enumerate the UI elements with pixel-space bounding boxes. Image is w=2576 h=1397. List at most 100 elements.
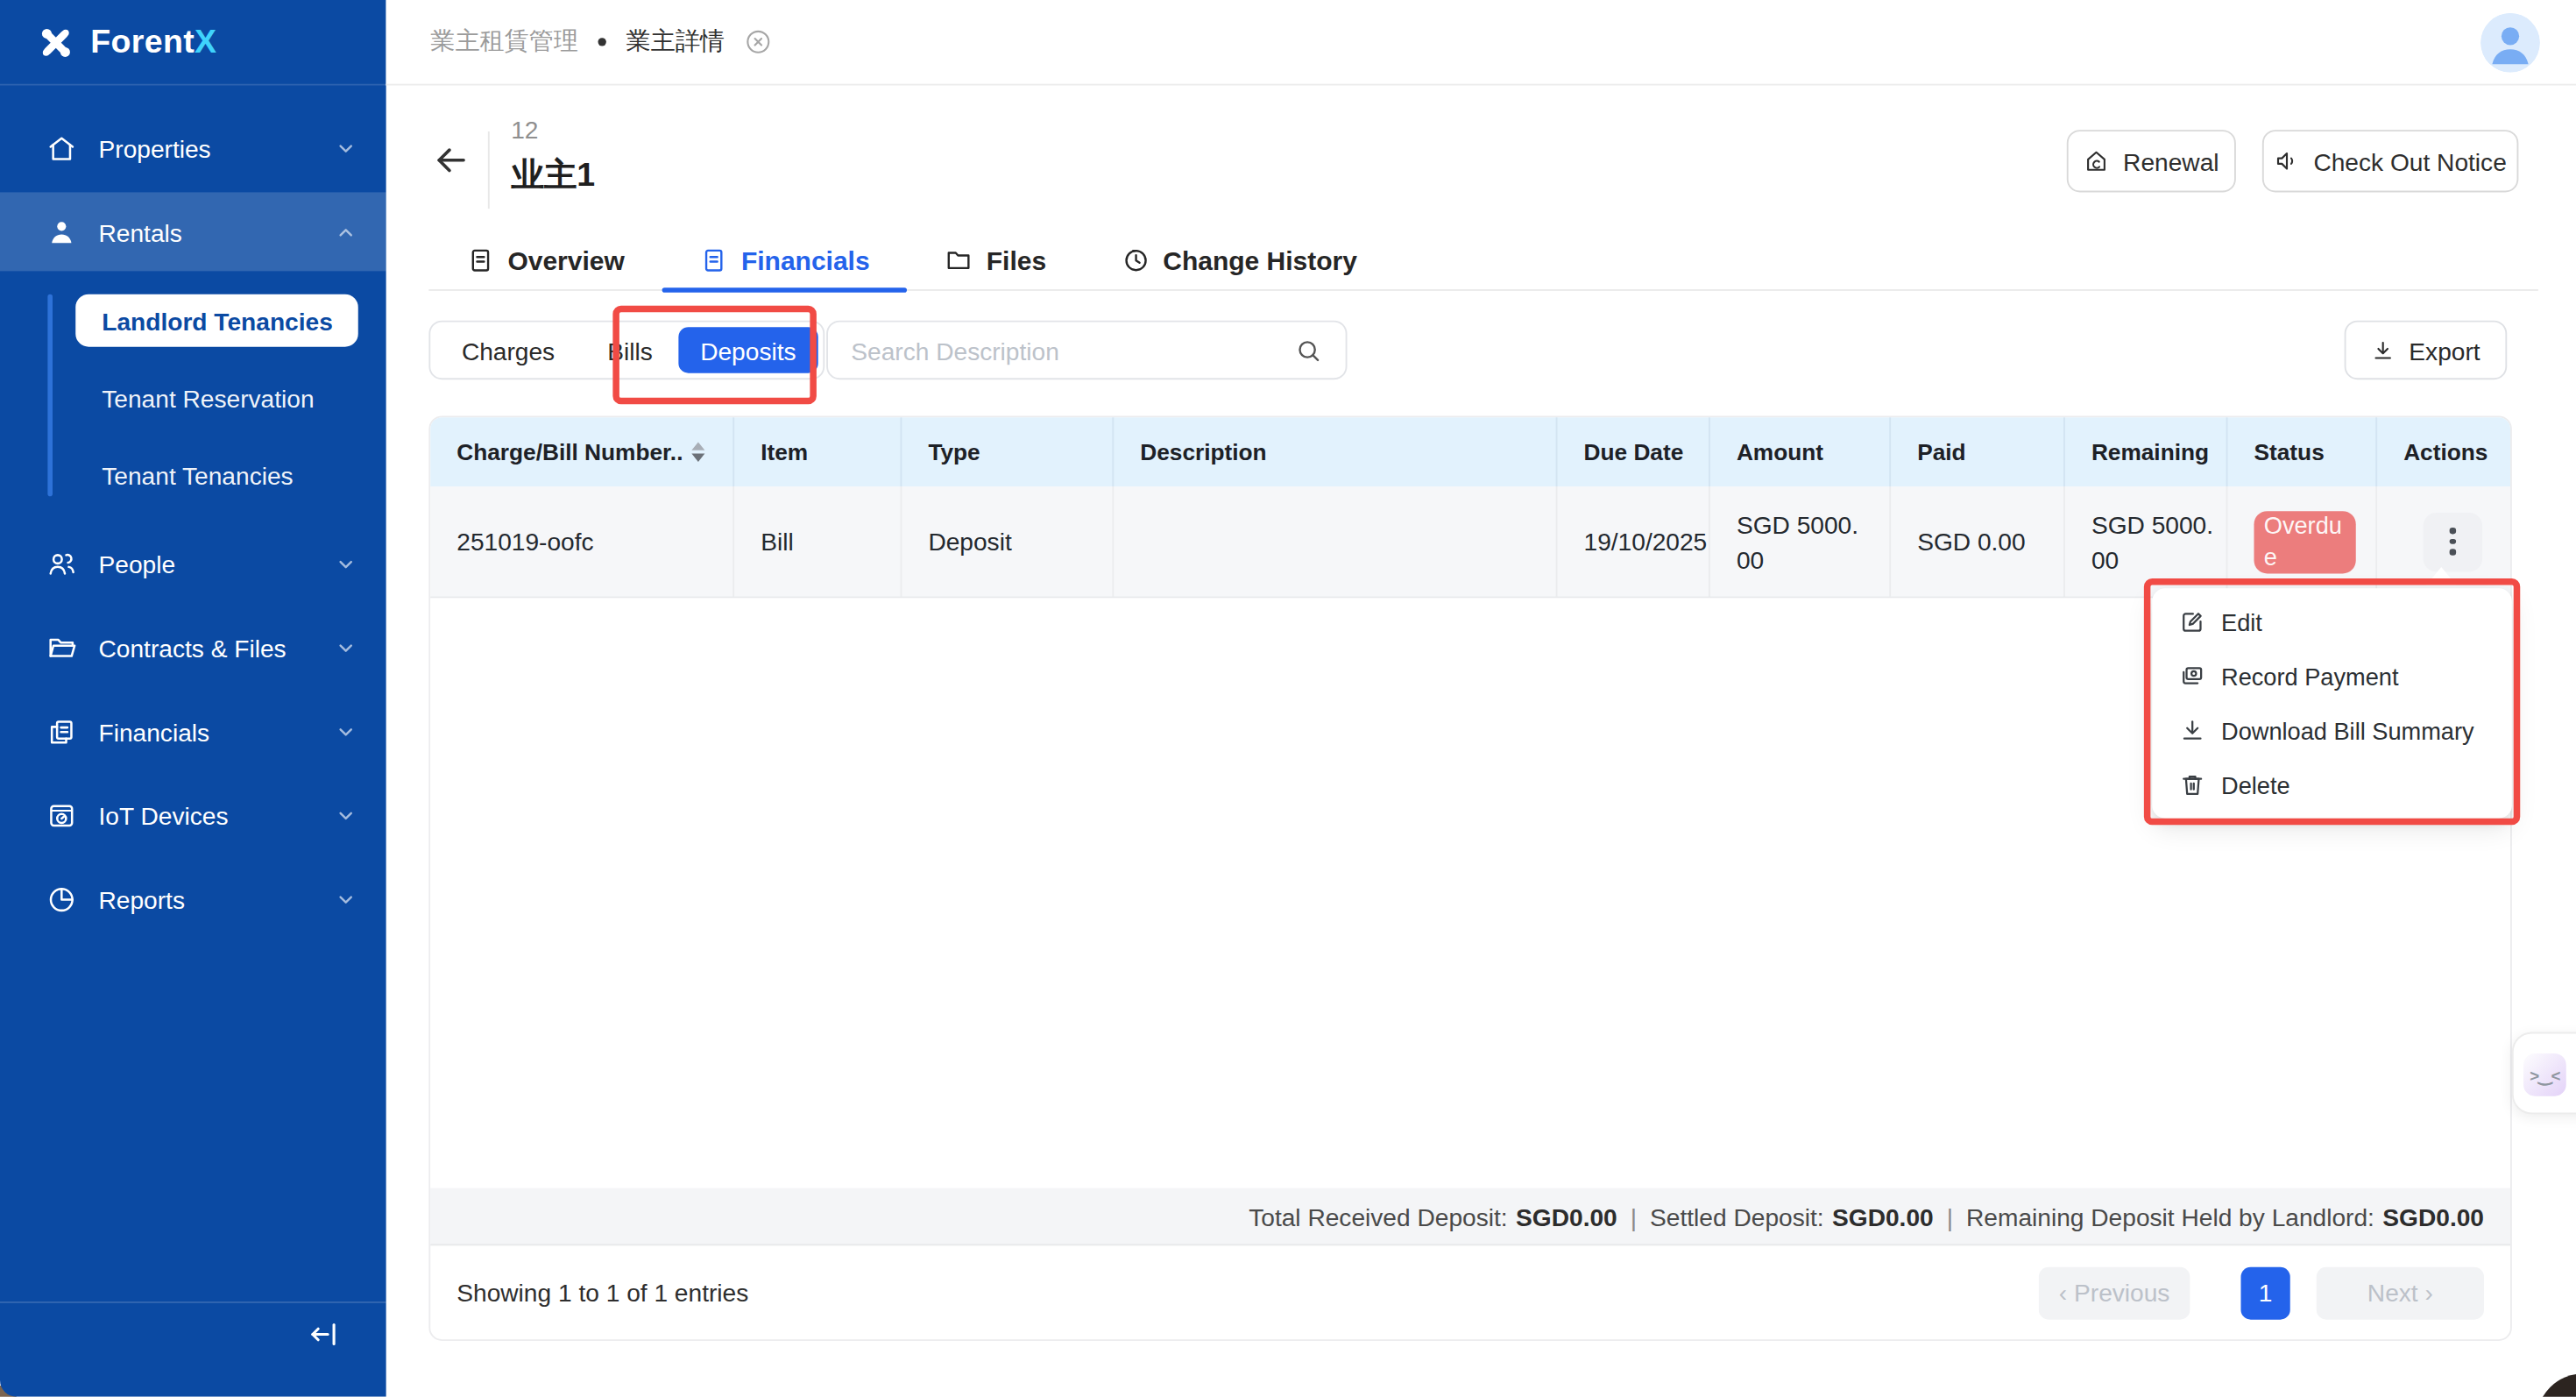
bill-type-segmented-control: Charges Bills Deposits <box>428 321 824 380</box>
cell-charge-bill-number: 251019-oofc <box>430 486 734 597</box>
column-header-due-date: Due Date <box>1558 417 1710 486</box>
deposits-table-card: Charge/Bill Number.. Item Type Descripti… <box>428 415 2512 1341</box>
cell-status: Overdue <box>2228 486 2378 597</box>
chevron-up-icon <box>336 221 357 242</box>
sidebar-collapse-button[interactable] <box>301 1313 347 1356</box>
window-corner-bottom-right <box>2537 1374 2576 1397</box>
logo-text: ForentX <box>90 23 216 60</box>
sort-icon[interactable] <box>691 442 704 462</box>
top-bar: 業主租賃管理 業主詳情 <box>386 0 2576 86</box>
sidebar-item-tenant-reservation[interactable]: Tenant Reservation <box>102 373 364 422</box>
row-actions-button[interactable] <box>2424 512 2483 571</box>
column-header-charge-bill-number[interactable]: Charge/Bill Number.. <box>430 417 734 486</box>
cell-type: Deposit <box>902 486 1114 597</box>
menu-item-record-payment[interactable]: Record Payment <box>2152 649 2512 704</box>
sidebar-item-tenant-tenancies[interactable]: Tenant Tenancies <box>102 450 364 500</box>
sidebar-item-iot-devices[interactable]: IoT Devices <box>0 776 386 855</box>
assistant-widget-container: >‿< <box>2512 1032 2576 1115</box>
breadcrumb-parent[interactable]: 業主租賃管理 <box>430 26 578 58</box>
breadcrumb-separator-dot <box>598 38 606 46</box>
chevron-down-icon <box>336 888 357 909</box>
collapse-arrow-icon <box>308 1318 341 1351</box>
sidebar-item-properties[interactable]: Properties <box>0 109 386 188</box>
segment-bills[interactable]: Bills <box>581 327 679 373</box>
page-title: 业主1 <box>511 152 595 197</box>
tab-change-history[interactable]: Change History <box>1084 230 1395 291</box>
column-header-description: Description <box>1114 417 1557 486</box>
cell-remaining: SGD 5000.00 <box>2065 486 2228 597</box>
menu-item-delete[interactable]: Delete <box>2152 757 2512 812</box>
home-icon <box>46 132 78 164</box>
brand: ForentX <box>0 0 386 86</box>
download-icon <box>2371 337 2396 362</box>
file-text-icon <box>467 246 495 274</box>
next-page-button[interactable]: Next › <box>2317 1266 2484 1319</box>
renewal-icon <box>2084 148 2110 174</box>
entries-summary: Showing 1 to 1 of 1 entries <box>456 1279 748 1307</box>
table-header-row: Charge/Bill Number.. Item Type Descripti… <box>430 417 2510 486</box>
edit-icon <box>2178 608 2206 636</box>
tab-financials[interactable]: Financials <box>662 230 908 291</box>
menu-item-download-bill-summary[interactable]: Download Bill Summary <box>2152 704 2512 758</box>
active-tab-indicator <box>662 287 908 293</box>
previous-page-button[interactable]: ‹ Previous <box>2039 1266 2190 1319</box>
sidebar-item-people[interactable]: People <box>0 524 386 603</box>
menu-item-edit[interactable]: Edit <box>2152 595 2512 649</box>
chevron-down-icon <box>336 720 357 741</box>
record-id: 12 <box>511 115 538 143</box>
close-tab-icon[interactable] <box>744 28 772 56</box>
tab-files[interactable]: Files <box>908 230 1085 291</box>
table-row: 251019-oofc Bill Deposit 19/10/2025 SGD … <box>430 486 2510 599</box>
pagination-bar: Showing 1 to 1 of 1 entries ‹ Previous 1… <box>430 1245 2510 1339</box>
sidebar-item-rentals[interactable]: Rentals <box>0 192 386 271</box>
sidebar-item-landlord-tenancies[interactable]: Landlord Tenancies <box>75 294 358 347</box>
sidebar-footer-divider <box>0 1301 386 1303</box>
chevron-down-icon <box>336 553 357 574</box>
pie-chart-icon <box>46 883 78 915</box>
export-button[interactable]: Export <box>2345 321 2508 380</box>
assistant-widget-button[interactable]: >‿< <box>2523 1053 2566 1096</box>
chevron-down-icon <box>336 805 357 826</box>
page-number-button[interactable]: 1 <box>2241 1266 2290 1319</box>
search-box[interactable] <box>826 321 1347 380</box>
download-icon <box>2178 717 2206 745</box>
renewal-button[interactable]: Renewal <box>2067 130 2236 192</box>
payment-icon <box>2178 663 2206 691</box>
search-input[interactable] <box>851 336 1294 364</box>
sidebar-item-financials[interactable]: Financials <box>0 691 386 770</box>
logo-icon <box>38 24 74 60</box>
column-header-status: Status <box>2228 417 2378 486</box>
cell-item: Bill <box>734 486 902 597</box>
history-clock-icon <box>1122 246 1150 274</box>
detail-tabs: Overview Financials Files Change History <box>428 230 1395 291</box>
segment-deposits[interactable]: Deposits <box>679 327 817 373</box>
column-header-actions: Actions <box>2377 417 2510 486</box>
app-root: ForentX Properties Rentals Landlord Tena… <box>0 0 2576 1397</box>
folder-icon <box>46 632 78 663</box>
people-icon <box>46 548 78 579</box>
chevron-down-icon <box>336 637 357 658</box>
iot-device-icon <box>46 799 78 831</box>
dropdown-arrow <box>2426 567 2456 585</box>
documents-icon <box>46 716 78 748</box>
cell-due-date: 19/10/2025 <box>1558 486 1710 597</box>
column-header-type: Type <box>902 417 1114 486</box>
back-button[interactable] <box>432 141 470 179</box>
user-avatar[interactable] <box>2480 13 2540 73</box>
deposit-summary-bar: Total Received Deposit:SGD0.00 | Settled… <box>430 1188 2510 1246</box>
search-icon[interactable] <box>1295 336 1323 364</box>
cell-description <box>1114 486 1557 597</box>
column-header-remaining: Remaining <box>2065 417 2228 486</box>
check-out-notice-button[interactable]: Check Out Notice <box>2262 130 2519 192</box>
segment-charges[interactable]: Charges <box>435 327 581 373</box>
status-badge: Overdue <box>2254 510 2356 572</box>
folder-icon <box>945 246 973 274</box>
cell-paid: SGD 0.00 <box>1891 486 2065 597</box>
breadcrumb-current[interactable]: 業主詳情 <box>626 26 725 58</box>
sidebar-item-reports[interactable]: Reports <box>0 860 386 939</box>
sidebar-item-contracts-files[interactable]: Contracts & Files <box>0 608 386 687</box>
column-header-amount: Amount <box>1710 417 1891 486</box>
speaker-icon <box>2274 148 2300 174</box>
tab-overview[interactable]: Overview <box>428 230 662 291</box>
header-divider <box>488 131 490 209</box>
